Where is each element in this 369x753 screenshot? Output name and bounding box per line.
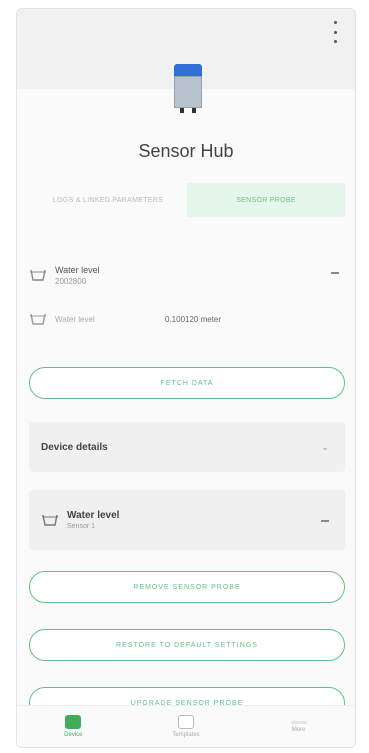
sensor-reading-row: Water level 0.100120 meter [29,307,345,331]
tab-logs-linked-parameters[interactable]: Logs & Linked Parameters [29,183,187,217]
nav-templates[interactable]: Templates [130,706,243,747]
device-details-dropdown[interactable]: Device details ⌄ [29,422,345,472]
nav-device-label: Device [64,732,83,738]
nav-more-label: More [291,726,306,733]
collapse-icon[interactable] [321,520,329,522]
fetch-data-button[interactable]: Fetch data [29,367,345,399]
sensor-card-name: Water level [67,510,120,521]
nav-device[interactable]: Device [17,706,130,747]
phone-screen: Sensor Hub Logs & Linked Parameters Sens… [16,8,356,748]
sensor-name: Water level [55,264,100,275]
water-cup-icon [29,312,47,326]
sensor-hub-device-icon [174,64,202,116]
page-title: Sensor Hub [138,141,234,161]
sensor-list-item[interactable]: Water level 2002800 [29,255,345,295]
sensor-card-sub: Sensor 1 [67,523,96,530]
sensor-id: 2002800 [55,276,87,286]
kebab-menu-icon[interactable] [329,21,341,43]
more-nav-icon [290,720,307,724]
restore-defaults-button[interactable]: Restore to default settings [29,629,345,661]
water-cup-icon [29,268,47,282]
tab-sensor-probe[interactable]: Sensor Probe [187,183,345,217]
nav-more[interactable]: More [242,706,355,747]
device-details-label: Device details [41,441,108,453]
chevron-down-icon: ⌄ [321,442,329,452]
nav-templates-label: Templates [172,732,200,738]
collapse-icon[interactable] [331,272,339,274]
template-nav-icon [178,715,194,729]
device-nav-icon [65,715,82,729]
reading-label: Water level [55,314,95,324]
tab-bar: Logs & Linked Parameters Sensor Probe [29,183,345,217]
remove-sensor-probe-button[interactable]: Remove sensor probe [29,571,345,603]
water-cup-icon [41,513,59,527]
reading-value: 0.100120 meter [165,314,222,324]
bottom-navigation: Device Templates More [17,705,355,747]
sensor-card[interactable]: Water level Sensor 1 [29,490,345,550]
